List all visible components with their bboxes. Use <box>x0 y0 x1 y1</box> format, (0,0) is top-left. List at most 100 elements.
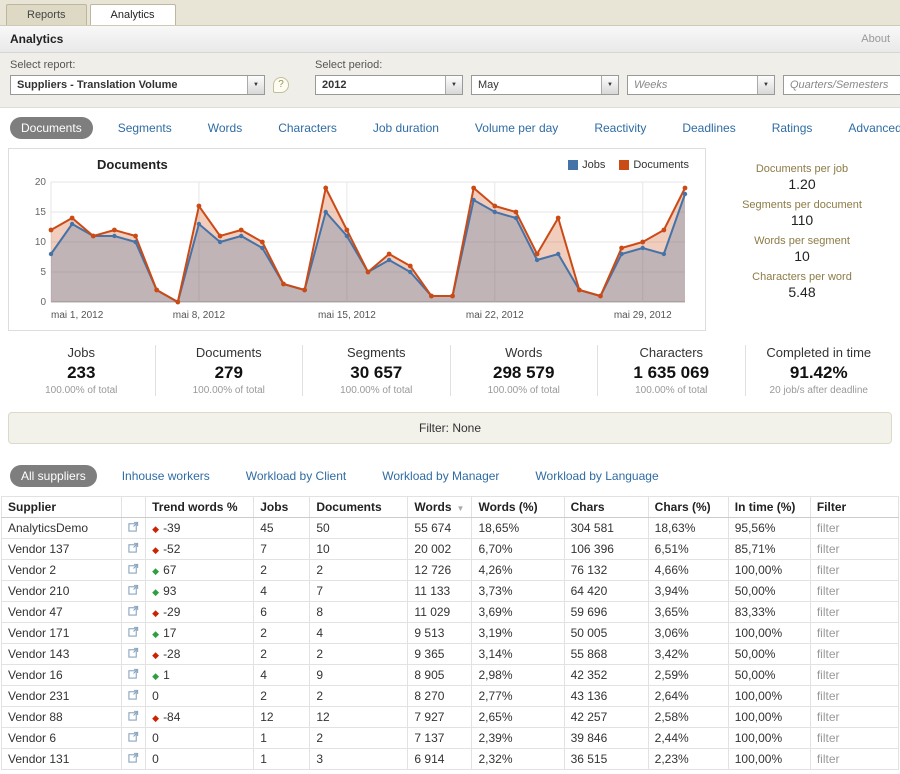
tab-words[interactable]: Words <box>197 117 253 139</box>
summary-label: Jobs <box>14 345 149 360</box>
weeks-select[interactable]: Weeks ▼ <box>627 75 775 95</box>
supplier-link-cell[interactable] <box>122 518 146 539</box>
supplier-link-cell[interactable] <box>122 665 146 686</box>
row-filter-link[interactable]: filter <box>817 689 840 703</box>
external-link-icon[interactable] <box>128 731 139 745</box>
tab-ratings[interactable]: Ratings <box>761 117 824 139</box>
row-filter-link[interactable]: filter <box>817 563 840 577</box>
external-link-icon[interactable] <box>128 563 139 577</box>
column-header-jobs[interactable]: Jobs <box>254 497 310 518</box>
year-select[interactable]: 2012 ▼ <box>315 75 463 95</box>
tab-all-suppliers[interactable]: All suppliers <box>10 465 97 487</box>
supplier-link-cell[interactable] <box>122 749 146 770</box>
filter-bar[interactable]: Filter: None <box>8 412 892 444</box>
row-filter-link[interactable]: filter <box>817 647 840 661</box>
tab-advanced[interactable]: Advanced <box>837 117 900 139</box>
column-header-words[interactable]: Words (%) <box>472 497 564 518</box>
report-select[interactable]: Suppliers - Translation Volume ▼ <box>10 75 265 95</box>
words-pct-cell: 3,19% <box>472 623 564 644</box>
words-pct-cell: 18,65% <box>472 518 564 539</box>
column-header-icon[interactable] <box>122 497 146 518</box>
supplier-row: Vendor 60127 1372,39%39 8462,44%100,00%f… <box>2 728 899 749</box>
external-link-icon[interactable] <box>128 521 139 535</box>
svg-text:mai 29, 2012: mai 29, 2012 <box>614 310 672 321</box>
summary-stats-row: Jobs233100.00% of totalDocuments279100.0… <box>0 331 900 406</box>
summary-value: 298 579 <box>457 363 592 383</box>
external-link-icon[interactable] <box>128 647 139 661</box>
supplier-link-cell[interactable] <box>122 581 146 602</box>
row-filter-link[interactable]: filter <box>817 710 840 724</box>
row-filter-link[interactable]: filter <box>817 668 840 682</box>
column-header-supplier[interactable]: Supplier <box>2 497 122 518</box>
external-link-icon[interactable] <box>128 584 139 598</box>
words-cell: 8 905 <box>408 665 472 686</box>
tab-volume-per-day[interactable]: Volume per day <box>464 117 569 139</box>
legend-swatch-icon <box>619 160 629 170</box>
words-pct-cell: 2,65% <box>472 707 564 728</box>
trend-words-cell: ◆-52 <box>146 539 254 560</box>
tab-inhouse-workers[interactable]: Inhouse workers <box>111 465 221 487</box>
external-link-icon[interactable] <box>128 668 139 682</box>
chars-cell: 39 846 <box>564 728 648 749</box>
tab-reports[interactable]: Reports <box>6 4 87 25</box>
column-header-words[interactable]: Words▼ <box>408 497 472 518</box>
column-header-chars[interactable]: Chars <box>564 497 648 518</box>
about-link[interactable]: About <box>861 33 890 45</box>
month-select[interactable]: May ▼ <box>471 75 619 95</box>
supplier-row: Vendor 171◆17249 5133,19%50 0053,06%100,… <box>2 623 899 644</box>
row-filter-link[interactable]: filter <box>817 542 840 556</box>
supplier-link-cell[interactable] <box>122 623 146 644</box>
row-filter-link[interactable]: filter <box>817 605 840 619</box>
supplier-link-cell[interactable] <box>122 707 146 728</box>
tab-reactivity[interactable]: Reactivity <box>583 117 657 139</box>
words-cell: 20 002 <box>408 539 472 560</box>
quarters-select[interactable]: Quarters/Semesters ▼ <box>783 75 900 95</box>
tab-characters[interactable]: Characters <box>267 117 348 139</box>
supplier-link-cell[interactable] <box>122 686 146 707</box>
in-time-cell: 95,56% <box>728 518 810 539</box>
column-header-trend-words[interactable]: Trend words % <box>146 497 254 518</box>
external-link-icon[interactable] <box>128 542 139 556</box>
words-cell: 9 513 <box>408 623 472 644</box>
trend-value: -39 <box>163 521 180 535</box>
weeks-select-value: Weeks <box>628 79 757 91</box>
tab-deadlines[interactable]: Deadlines <box>671 117 746 139</box>
trend-words-cell: ◆93 <box>146 581 254 602</box>
svg-text:mai 22, 2012: mai 22, 2012 <box>466 310 524 321</box>
tab-documents[interactable]: Documents <box>10 117 93 139</box>
tab-workload-by-manager[interactable]: Workload by Manager <box>371 465 510 487</box>
row-filter-link[interactable]: filter <box>817 521 840 535</box>
legend-jobs[interactable]: Jobs <box>568 159 605 171</box>
row-filter-link[interactable]: filter <box>817 731 840 745</box>
tab-analytics[interactable]: Analytics <box>90 4 176 25</box>
row-filter-link[interactable]: filter <box>817 626 840 640</box>
column-header-filter[interactable]: Filter <box>810 497 898 518</box>
quarters-select-value: Quarters/Semesters <box>784 79 900 91</box>
tab-job-duration[interactable]: Job duration <box>362 117 450 139</box>
legend-documents[interactable]: Documents <box>619 159 689 171</box>
tab-segments[interactable]: Segments <box>107 117 183 139</box>
row-filter-link[interactable]: filter <box>817 584 840 598</box>
summary-label: Characters <box>604 345 739 360</box>
words-cell: 11 029 <box>408 602 472 623</box>
supplier-link-cell[interactable] <box>122 602 146 623</box>
column-header-documents[interactable]: Documents <box>310 497 408 518</box>
summary-subtext: 100.00% of total <box>604 385 739 396</box>
supplier-link-cell[interactable] <box>122 560 146 581</box>
external-link-icon[interactable] <box>128 710 139 724</box>
chart-panel: Documents JobsDocuments 05101520mai 1, 2… <box>8 148 706 331</box>
supplier-link-cell[interactable] <box>122 539 146 560</box>
help-icon[interactable]: ? <box>273 77 289 93</box>
tab-workload-by-language[interactable]: Workload by Language <box>524 465 669 487</box>
external-link-icon[interactable] <box>128 689 139 703</box>
jobs-cell: 1 <box>254 728 310 749</box>
supplier-link-cell[interactable] <box>122 644 146 665</box>
column-header-in-time[interactable]: In time (%) <box>728 497 810 518</box>
summary-subtext: 100.00% of total <box>162 385 297 396</box>
external-link-icon[interactable] <box>128 605 139 619</box>
tab-workload-by-client[interactable]: Workload by Client <box>235 465 358 487</box>
chars-pct-cell: 6,51% <box>648 539 728 560</box>
supplier-link-cell[interactable] <box>122 728 146 749</box>
external-link-icon[interactable] <box>128 626 139 640</box>
column-header-chars[interactable]: Chars (%) <box>648 497 728 518</box>
